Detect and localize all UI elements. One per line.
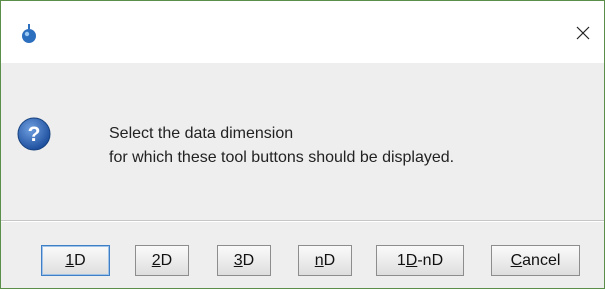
1d-button[interactable]: 1D (41, 245, 110, 276)
message-line-2: for which these tool buttons should be d… (109, 149, 455, 166)
app-logo-icon (22, 24, 36, 43)
close-button[interactable] (562, 13, 604, 53)
dialog-window: ? Select the data dimension for which th… (0, 0, 605, 289)
svg-text:?: ? (28, 123, 41, 146)
nd-button[interactable]: nD (298, 245, 352, 276)
title-bar (1, 1, 604, 63)
button-separator (1, 220, 604, 222)
dialog-message: Select the data dimension for which thes… (109, 122, 454, 170)
1d-nd-button[interactable]: 1 D -nD (376, 245, 464, 276)
message-line-1: Select the data dimension (109, 125, 294, 142)
2d-button[interactable]: 2D (135, 245, 189, 276)
dialog-content: ? Select the data dimension for which th… (1, 63, 604, 220)
close-icon (576, 26, 590, 40)
question-icon: ? (17, 117, 51, 151)
3d-button[interactable]: 3D (217, 245, 271, 276)
cancel-button[interactable]: Cancel (491, 245, 580, 276)
